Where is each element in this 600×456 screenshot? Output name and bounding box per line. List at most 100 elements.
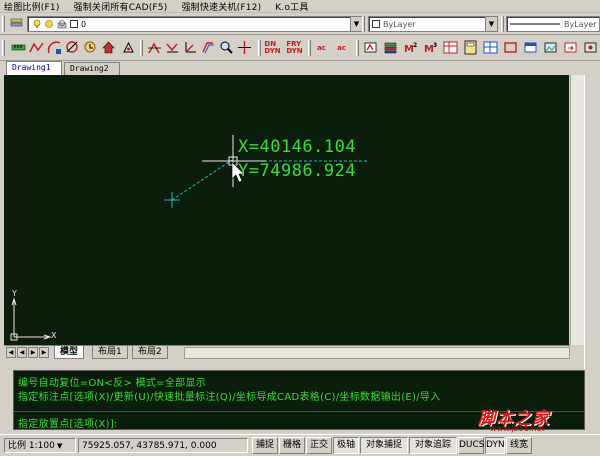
command-prompt[interactable]: 指定放置点[选项(X)]: (18, 415, 118, 430)
tab-drawing1[interactable]: Drawing1 (6, 61, 62, 75)
measure-icon[interactable] (10, 39, 27, 56)
coord-y-label: Y=74986.924 (238, 161, 357, 181)
dyn-icon[interactable]: DN DYN (264, 39, 281, 56)
table-icon[interactable] (442, 39, 459, 56)
move-icon[interactable] (236, 39, 253, 56)
svg-text:2: 2 (413, 42, 417, 49)
block-icon[interactable] (120, 39, 137, 56)
ucs-icon (10, 297, 52, 341)
break-icon[interactable] (362, 39, 379, 56)
arc-icon[interactable] (46, 39, 63, 56)
tab-drawing2[interactable]: Drawing2 (64, 62, 120, 75)
snap-toggle[interactable]: 捕捉 (252, 437, 278, 454)
ortho-toggle[interactable]: 正交 (306, 437, 332, 454)
cursor-coordinates: 75925.057, 43785.971, 0.000 (78, 438, 248, 453)
dimension-icon[interactable] (164, 39, 181, 56)
sun-icon (45, 20, 53, 28)
tools-toolbar: DN DYN FRY DYN ac ac M2 M3 (0, 35, 600, 61)
image-icon[interactable] (542, 39, 559, 56)
area-icon[interactable]: M3 (422, 39, 439, 56)
layer-manager-icon[interactable] (8, 15, 25, 32)
toolbar-grip[interactable] (258, 40, 261, 56)
tab-model[interactable]: 模型 (54, 346, 85, 359)
scale-value: 比例 1:100 (8, 441, 55, 451)
chevron-down-icon[interactable]: ▼ (350, 17, 362, 31)
grid-icon[interactable] (482, 39, 499, 56)
horizontal-scrollbar[interactable] (184, 347, 570, 359)
toolbar-grip[interactable] (501, 16, 504, 32)
scale-selector[interactable]: 比例 1:100 ▼ (4, 438, 76, 453)
align-left-icon[interactable]: ac (313, 39, 330, 56)
menu-ko-tools[interactable]: K.o工具 (275, 0, 308, 13)
calculator-icon[interactable] (462, 39, 479, 56)
toolbar-grip[interactable] (2, 40, 5, 56)
lineweight-toggle[interactable]: 线宽 (506, 437, 532, 454)
target-point-marker (164, 192, 180, 208)
trim-icon[interactable] (64, 39, 81, 56)
text-style-icon[interactable]: M2 (402, 39, 419, 56)
side-panel-edge (584, 75, 600, 370)
home-icon[interactable] (100, 39, 117, 56)
zoom-icon[interactable] (218, 39, 235, 56)
layer-lock-icon (57, 20, 67, 29)
linetype-dropdown[interactable]: ByLayer (506, 16, 600, 32)
color-value: ByLayer (383, 19, 416, 29)
color-swatch-icon (70, 20, 78, 28)
svg-text:3: 3 (433, 42, 437, 49)
toolbar-grip[interactable] (362, 16, 365, 32)
status-bar: 比例 1:100 ▼ 75925.057, 43785.971, 0.000 捕… (0, 434, 600, 456)
tab-layout2[interactable]: 布局2 (132, 346, 168, 359)
color-dropdown[interactable]: ByLayer ▼ (368, 16, 498, 32)
layer-name: 0 (81, 19, 87, 29)
drawing-svg (10, 135, 369, 341)
toolbar-grip[interactable] (308, 40, 311, 56)
hatch-icon[interactable] (146, 39, 163, 56)
layer-dropdown[interactable]: 0 ▼ (27, 16, 363, 32)
vertical-scrollbar[interactable] (570, 75, 584, 345)
dyn-settings-icon[interactable]: FRY DYN (286, 39, 303, 56)
offset-icon[interactable] (200, 39, 217, 56)
layout-tab-bar: ◀ ◀ ▶ ▶ 模型 布局1 布局2 (4, 345, 570, 359)
next-tab-button[interactable]: ▶ (28, 347, 38, 358)
menu-force-close-cad[interactable]: 强制关闭所有CAD(F5) (74, 0, 168, 13)
tab-layout1[interactable]: 布局1 (92, 346, 128, 359)
polyline-icon[interactable] (28, 39, 45, 56)
layers-stack-icon[interactable] (382, 39, 399, 56)
frame-icon[interactable] (502, 39, 519, 56)
leader-line (171, 159, 233, 201)
dyn-toggle[interactable]: DYN (485, 437, 505, 454)
prev-tab-button[interactable]: ◀ (17, 347, 27, 358)
window-icon[interactable] (522, 39, 539, 56)
linetype-sample-icon (510, 23, 560, 25)
polar-toggle[interactable]: 极轴 (333, 437, 359, 454)
settings-icon[interactable] (582, 39, 599, 56)
align-right-icon[interactable]: ac (333, 39, 350, 56)
site-watermark: 脚本之家 www.jb51.net (476, 404, 600, 436)
drawing-canvas[interactable]: X=40146.104 Y=74986.924 Y X (4, 75, 569, 345)
toolbar-grip[interactable] (140, 40, 143, 56)
rotate-icon[interactable] (82, 39, 99, 56)
leader-icon[interactable] (182, 39, 199, 56)
export-icon[interactable] (562, 39, 579, 56)
layer-toolbar: 0 ▼ ByLayer ▼ ByLayer (0, 13, 600, 35)
menu-drawing-scale[interactable]: 绘图比例(F1) (4, 0, 60, 13)
osnap-toggle[interactable]: 对象捕捉 (360, 437, 408, 454)
otrack-toggle[interactable]: 对象追踪 (409, 437, 457, 454)
chevron-down-icon[interactable]: ▼ (485, 17, 497, 31)
coord-x-label: X=40146.104 (238, 137, 357, 157)
document-tabs: Drawing1 Drawing2 (0, 61, 600, 75)
ucs-x-label: X (51, 331, 57, 340)
command-history-line: 指定标注点[选项(X)/更新(U)/快速批量标注(Q)/坐标导成CAD表格(C)… (18, 392, 441, 403)
first-tab-button[interactable]: ◀ (6, 347, 16, 358)
last-tab-button[interactable]: ▶ (39, 347, 49, 358)
grid-toggle[interactable]: 栅格 (279, 437, 305, 454)
toolbar-grip[interactable] (356, 40, 359, 56)
ducs-toggle[interactable]: DUCS (458, 437, 485, 454)
menu-force-shutdown[interactable]: 强制快速关机(F12) (181, 0, 261, 13)
toolbar-grip[interactable] (2, 16, 5, 32)
chevron-down-icon: ▼ (54, 442, 63, 450)
ucs-y-label: Y (12, 289, 17, 298)
lightbulb-icon (33, 19, 41, 28)
watermark-url: www.jb51.net (490, 424, 545, 433)
color-swatch-icon (372, 20, 380, 28)
